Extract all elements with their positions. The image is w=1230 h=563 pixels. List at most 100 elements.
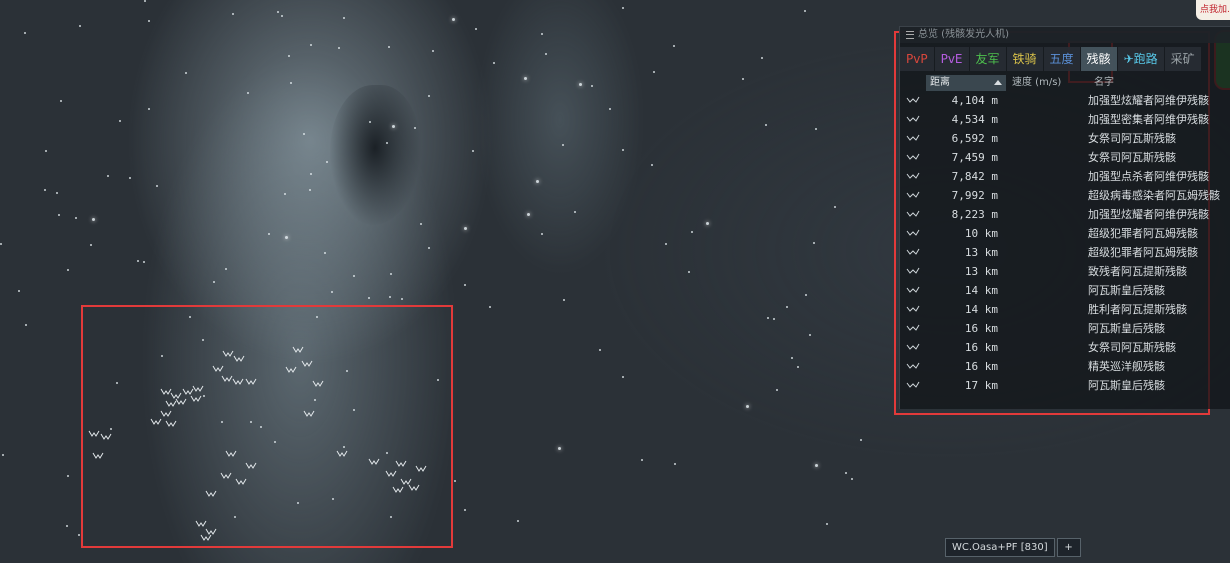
wreck-marker-icon[interactable]: [100, 433, 112, 441]
wreck-marker-icon[interactable]: [408, 484, 420, 492]
star: [401, 298, 403, 300]
star: [324, 252, 326, 254]
star: [392, 125, 395, 128]
tab-7[interactable]: 采矿: [1164, 47, 1201, 71]
wreck-marker-icon[interactable]: [336, 450, 348, 458]
wreck-marker-icon[interactable]: [88, 430, 100, 438]
wreck-marker-icon[interactable]: [150, 418, 162, 426]
nebula-dark-cloud: [330, 85, 420, 225]
wreck-marker-icon[interactable]: [190, 395, 202, 403]
wreck-marker-icon[interactable]: [233, 355, 245, 363]
wreck-marker-icon[interactable]: [385, 470, 397, 478]
tab-6[interactable]: ✈跑路: [1117, 47, 1164, 71]
star: [579, 83, 582, 86]
star: [288, 55, 290, 57]
wreck-marker-icon[interactable]: [195, 520, 207, 528]
table-row[interactable]: 13 km 致残者阿瓦提斯残骸: [900, 262, 1230, 281]
star: [67, 475, 69, 477]
table-row[interactable]: 4,104 m 加强型炫耀者阿维伊残骸: [900, 91, 1230, 110]
tab-0[interactable]: PvP: [900, 47, 934, 71]
table-row[interactable]: 14 km 胜利者阿瓦提斯残骸: [900, 300, 1230, 319]
star: [804, 10, 806, 12]
wreck-marker-icon[interactable]: [165, 420, 177, 428]
wreck-marker-icon[interactable]: [220, 472, 232, 480]
star: [79, 25, 81, 27]
wreck-marker-icon[interactable]: [245, 462, 257, 470]
star: [489, 306, 491, 308]
wreck-marker-icon[interactable]: [192, 385, 204, 393]
star: [247, 92, 249, 94]
wreck-marker-icon[interactable]: [232, 378, 244, 386]
star: [776, 389, 778, 391]
wreck-icon: [900, 300, 922, 319]
star: [148, 108, 150, 110]
overview-title-bar[interactable]: 总览 (残骸发光人机): [900, 27, 1230, 43]
wreck-marker-icon[interactable]: [368, 458, 380, 466]
table-row[interactable]: 8,223 m 加强型炫耀者阿维伊残骸: [900, 205, 1230, 224]
wreck-marker-icon[interactable]: [212, 365, 224, 373]
tab-5[interactable]: 残骸: [1080, 47, 1117, 71]
table-row[interactable]: 16 km 精英巡洋舰残骸: [900, 357, 1230, 376]
star: [599, 349, 601, 351]
star: [260, 426, 262, 428]
column-header-speed[interactable]: 速度 (m/s): [1006, 75, 1094, 91]
row-speed: [1002, 186, 1088, 205]
table-row[interactable]: 16 km 阿瓦斯皇后残骸: [900, 319, 1230, 338]
star: [92, 218, 95, 221]
bottom-tab-bar: WC.Oasa+PF [830] +: [945, 538, 1081, 557]
star: [541, 33, 543, 35]
table-row[interactable]: 4,534 m 加强型密集者阿维伊残骸: [900, 110, 1230, 129]
wreck-marker-icon[interactable]: [301, 360, 313, 368]
wreck-marker-icon[interactable]: [392, 486, 404, 494]
star: [368, 297, 370, 299]
table-row[interactable]: 13 km 超级犯罪者阿瓦姆残骸: [900, 243, 1230, 262]
star: [420, 223, 422, 225]
star: [688, 271, 690, 273]
wreck-marker-icon[interactable]: [415, 465, 427, 473]
column-header-distance[interactable]: 距离: [926, 75, 1006, 91]
row-name: 致残者阿瓦提斯残骸: [1088, 265, 1187, 278]
wreck-icon: [900, 205, 922, 224]
promo-badge[interactable]: 点我加...: [1196, 0, 1230, 20]
wreck-marker-icon[interactable]: [285, 366, 297, 374]
overview-tabs: PvP PvE 友军 铁骑 五度 残骸 ✈跑路 采矿: [900, 43, 1230, 71]
star: [281, 15, 283, 17]
wreck-marker-icon[interactable]: [200, 534, 212, 542]
table-row[interactable]: 7,992 m 超级病毒感染者阿瓦姆残骸: [900, 186, 1230, 205]
tab-4[interactable]: 五度: [1043, 47, 1080, 71]
wreck-marker-icon[interactable]: [175, 398, 187, 406]
menu-icon[interactable]: [906, 31, 914, 39]
wreck-marker-icon[interactable]: [312, 380, 324, 388]
star: [765, 124, 767, 126]
wreck-marker-icon[interactable]: [92, 452, 104, 460]
star: [813, 242, 815, 244]
wreck-marker-icon[interactable]: [395, 460, 407, 468]
tab-3[interactable]: 铁骑: [1006, 47, 1043, 71]
wreck-marker-icon[interactable]: [245, 378, 257, 386]
wreck-marker-icon[interactable]: [205, 490, 217, 498]
wreck-marker-icon[interactable]: [292, 346, 304, 354]
table-row[interactable]: 7,459 m 女祭司阿瓦斯残骸: [900, 148, 1230, 167]
tab-2[interactable]: 友军: [969, 47, 1006, 71]
table-row[interactable]: 17 km 阿瓦斯皇后残骸: [900, 376, 1230, 395]
table-row[interactable]: 6,592 m 女祭司阿瓦斯残骸: [900, 129, 1230, 148]
star: [622, 376, 624, 378]
wreck-marker-icon[interactable]: [235, 478, 247, 486]
column-header-name[interactable]: 名字: [1094, 75, 1114, 91]
table-row[interactable]: 14 km 阿瓦斯皇后残骸: [900, 281, 1230, 300]
tab-1[interactable]: PvE: [934, 47, 969, 71]
star: [524, 77, 527, 80]
star: [60, 100, 62, 102]
wreck-marker-icon[interactable]: [225, 450, 237, 458]
star: [389, 296, 391, 298]
table-row[interactable]: 10 km 超级犯罪者阿瓦姆残骸: [900, 224, 1230, 243]
fleet-tab[interactable]: WC.Oasa+PF [830]: [945, 538, 1055, 557]
table-row[interactable]: 16 km 女祭司阿瓦斯残骸: [900, 338, 1230, 357]
star: [353, 409, 355, 411]
star: [437, 379, 439, 381]
add-tab-button[interactable]: +: [1056, 538, 1081, 557]
wreck-marker-icon[interactable]: [303, 410, 315, 418]
star: [742, 78, 744, 80]
table-row[interactable]: 7,842 m 加强型点杀者阿维伊残骸: [900, 167, 1230, 186]
wreck-marker-icon[interactable]: [160, 410, 172, 418]
